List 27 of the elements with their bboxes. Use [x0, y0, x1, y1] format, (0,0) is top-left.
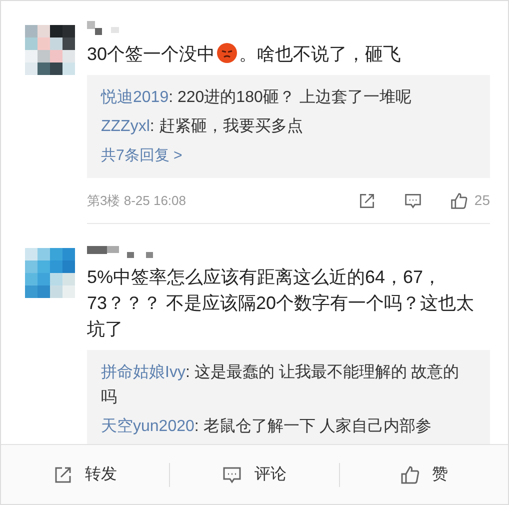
thumbs-up-icon [400, 464, 420, 484]
user-link[interactable]: 天空yun2020 [101, 418, 194, 435]
comment-button[interactable] [404, 192, 422, 210]
share-icon [358, 192, 376, 210]
more-replies-link[interactable]: 共7条回复 > [101, 143, 182, 168]
action-button[interactable]: 评论 [222, 462, 286, 486]
share-button[interactable] [358, 192, 376, 210]
blurred-name-drawing [87, 21, 119, 35]
comment-icon [404, 192, 422, 210]
share-icon [53, 464, 74, 484]
user-link[interactable]: 拼命姑娘Ivy [101, 364, 186, 381]
action-button[interactable]: 转发 [53, 462, 118, 486]
angry-face-icon [217, 43, 238, 63]
reply-text: 天空yun2020: 老鼠仓了解一下 人家自己内部参 [101, 416, 433, 437]
reply-text: ZZZyxl: 赶紧砸，我要买多点 [101, 116, 304, 137]
comment-text: 30个签一个没中 。啥也不说了，砸飞 [87, 42, 402, 66]
reply-text: 悦迪2019: 220进的180砸？ 上边套了一堆呢 [101, 88, 412, 108]
like-button[interactable]: 25 [450, 190, 490, 211]
comment-text: 5%中签率怎么应该有距离这么近的64，67，73？？？ 不是应该隔20个数字有一个吗？这也太坑了 [87, 266, 476, 341]
thumbs-up-icon [450, 192, 468, 210]
user-link[interactable]: 悦迪2019 [101, 89, 169, 106]
comment-icon [222, 464, 242, 484]
blurred-name-drawing [87, 244, 153, 258]
action-button[interactable]: 赞 [400, 462, 448, 486]
reply-text: 拼命姑娘Ivy: 这是最蠢的 让我最不能理解的 故意的吗 [101, 362, 460, 408]
floor-timestamp: 第3楼 8-25 16:08 [87, 192, 188, 210]
user-link[interactable]: ZZZyxl [101, 118, 150, 135]
